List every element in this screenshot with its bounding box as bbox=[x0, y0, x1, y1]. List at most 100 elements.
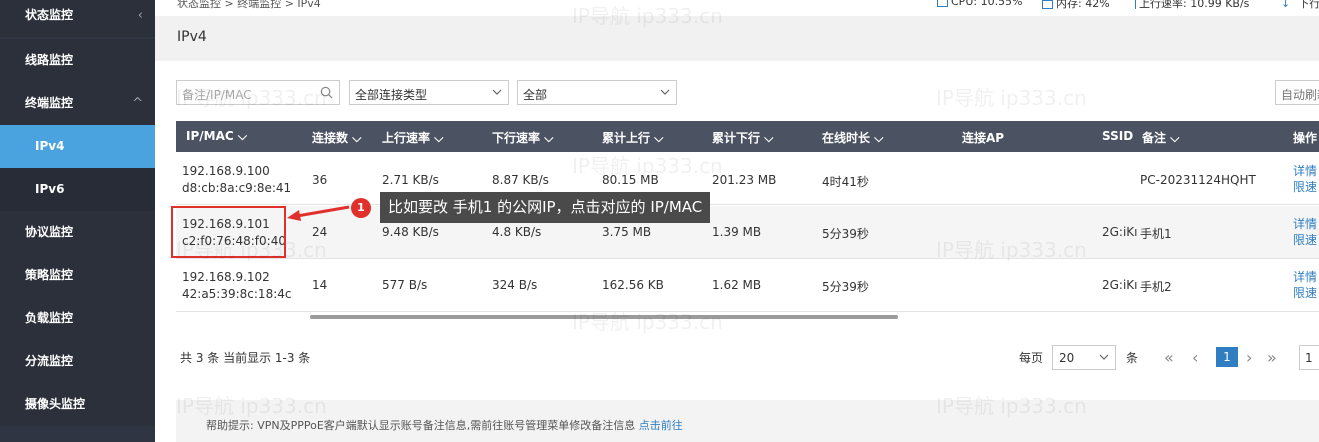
help-bar: 帮助提示: VPN及PPPoE客户端默认显示账号备注信息,需前往账号管理菜单修改… bbox=[176, 400, 1319, 442]
down-total-cell: 201.23 MB bbox=[712, 173, 777, 187]
memory-stat: 内存: 42% bbox=[1042, 0, 1110, 11]
sidebar-item-camera-monitor[interactable]: 摄像头监控 bbox=[0, 383, 155, 426]
per-page-unit: 条 bbox=[1126, 351, 1139, 365]
down-rate-cell: 8.87 KB/s bbox=[492, 173, 549, 187]
auto-refresh-label: 自动刷新 bbox=[1281, 88, 1319, 102]
limit-link[interactable]: 限速 bbox=[1293, 179, 1317, 195]
next-page-icon[interactable]: › bbox=[1246, 348, 1252, 367]
watermark: IP导航 ip333.cn bbox=[936, 86, 1087, 110]
memory-icon bbox=[1042, 0, 1053, 9]
sidebar-item-label: 负载监控 bbox=[25, 311, 74, 325]
sidebar-item-label: 协议监控 bbox=[25, 225, 74, 239]
search-icon[interactable] bbox=[320, 86, 333, 99]
sidebar-item-label: IPv6 bbox=[35, 182, 65, 196]
breadcrumb: 状态监控 > 终端监控 > IPv4 bbox=[177, 0, 321, 10]
col-ipmac[interactable]: IP/MAC ⌵ bbox=[186, 129, 247, 144]
scope-select[interactable]: 全部 bbox=[517, 80, 677, 105]
conns-cell: 24 bbox=[312, 225, 328, 239]
connection-type-value: 全部连接类型 bbox=[355, 88, 428, 102]
col-online[interactable]: 在线时长 ⌵ bbox=[822, 129, 883, 146]
help-text: 帮助提示: VPN及PPPoE客户端默认显示账号备注信息,需前往账号管理菜单修改… bbox=[206, 419, 683, 432]
sidebar-item-label: 策略监控 bbox=[25, 268, 74, 282]
sidebar-item-ipv4[interactable]: IPv4 bbox=[0, 125, 155, 168]
download-value: 下行 bbox=[1298, 0, 1319, 10]
conns-cell: 14 bbox=[312, 278, 328, 292]
limit-link[interactable]: 限速 bbox=[1293, 285, 1317, 301]
col-ops: 操作 bbox=[1293, 131, 1318, 145]
detail-link[interactable]: 详情 bbox=[1293, 269, 1317, 285]
col-up-total[interactable]: 累计上行 ⌵ bbox=[602, 129, 663, 146]
cpu-icon bbox=[937, 0, 948, 7]
chevron-down-icon bbox=[1099, 354, 1109, 360]
search-input[interactable]: 备注/IP/MAC bbox=[176, 80, 340, 105]
search-placeholder: 备注/IP/MAC bbox=[182, 88, 252, 102]
jump-page-value: 1 bbox=[1305, 351, 1313, 365]
sidebar-item-line-monitor[interactable]: 线路监控 bbox=[0, 39, 155, 82]
up-total-cell: 3.75 MB bbox=[602, 225, 652, 239]
limit-link[interactable]: 限速 bbox=[1293, 232, 1317, 248]
conns-cell: 36 bbox=[312, 173, 328, 187]
note-cell: 手机1 bbox=[1140, 227, 1172, 241]
sidebar-item-label: 终端监控 bbox=[25, 96, 74, 110]
cpu-stat: CPU: 10.55% bbox=[937, 0, 1023, 8]
per-page-label: 每页 bbox=[1019, 351, 1044, 365]
detail-link[interactable]: 详情 bbox=[1293, 163, 1317, 179]
sidebar-item-load-monitor[interactable]: 负载监控 bbox=[0, 297, 155, 340]
connection-type-select[interactable]: 全部连接类型 bbox=[349, 80, 509, 105]
table-row: 192.168.9.100 d8:cb:8a:c9:8e:41 36 2.71 K… bbox=[176, 152, 1319, 205]
note-cell: PC-20231124HQHT bbox=[1140, 173, 1256, 187]
upload-icon bbox=[1135, 0, 1136, 9]
jump-page-input[interactable]: 1 bbox=[1299, 345, 1319, 370]
down-total-cell: 1.39 MB bbox=[712, 225, 762, 239]
per-page-select[interactable]: 20 bbox=[1052, 345, 1116, 370]
record-summary: 共 3 条 当前显示 1-3 条 bbox=[180, 351, 311, 365]
horizontal-scrollbar[interactable] bbox=[310, 315, 898, 319]
down-rate-cell: 4.8 KB/s bbox=[492, 225, 542, 239]
current-page[interactable]: 1 bbox=[1216, 347, 1238, 367]
download-stat: ↓ 下行 bbox=[1281, 0, 1319, 11]
sidebar-item-status-monitor[interactable]: 状态监控 ‹ bbox=[0, 0, 155, 37]
online-cell: 5分39秒 bbox=[822, 280, 869, 294]
col-ap: 连接AP bbox=[962, 131, 1005, 145]
page-title: IPv4 bbox=[177, 29, 207, 45]
col-down-total[interactable]: 累计下行 ⌵ bbox=[712, 129, 773, 146]
col-ssid: SSID bbox=[1102, 129, 1134, 143]
col-conns[interactable]: 连接数 ⌵ bbox=[312, 129, 361, 146]
upload-stat: 上行速率: 10.99 KB/s bbox=[1135, 0, 1249, 11]
down-total-cell: 1.62 MB bbox=[712, 278, 762, 292]
upload-value: 上行速率: 10.99 KB/s bbox=[1139, 0, 1250, 10]
cpu-value: CPU: 10.55% bbox=[951, 0, 1023, 8]
annotation-tooltip: 比如要改 手机1 的公网IP，点击对应的 IP/MAC bbox=[380, 192, 711, 223]
ssid-cell: 2G:iKı bbox=[1102, 225, 1138, 239]
scope-value: 全部 bbox=[523, 88, 548, 102]
online-cell: 5分39秒 bbox=[822, 227, 869, 241]
ipmac-cell[interactable]: 192.168.9.102 42:a5:39:8c:18:4c bbox=[182, 269, 291, 303]
sidebar-item-label: 分流监控 bbox=[25, 354, 74, 368]
sidebar-item-ipv6[interactable]: IPv6 bbox=[0, 168, 155, 211]
col-note[interactable]: 备注 ⌵ bbox=[1142, 129, 1179, 146]
sidebar-item-protocol-monitor[interactable]: 协议监控 bbox=[0, 211, 155, 254]
help-link[interactable]: 点击前往 bbox=[639, 419, 683, 432]
col-down-rate[interactable]: 下行速率 ⌵ bbox=[492, 129, 553, 146]
auto-refresh-button[interactable]: 自动刷新 bbox=[1275, 80, 1319, 105]
up-rate-cell: 2.71 KB/s bbox=[382, 173, 439, 187]
up-total-cell: 80.15 MB bbox=[602, 173, 659, 187]
down-rate-cell: 324 B/s bbox=[492, 278, 538, 292]
sidebar: 状态监控 ‹ 线路监控 终端监控 ^ IPv4 IPv6 协议监控 策略监控 负… bbox=[0, 0, 155, 442]
sidebar-item-label: 摄像头监控 bbox=[25, 397, 86, 411]
page-header: IPv4 bbox=[155, 16, 1319, 61]
prev-page-icon[interactable]: ‹ bbox=[1192, 348, 1198, 367]
sidebar-item-split-monitor[interactable]: 分流监控 bbox=[0, 340, 155, 383]
highlight-box bbox=[171, 206, 286, 258]
last-page-icon[interactable]: » bbox=[1267, 348, 1277, 367]
table-row: 192.168.9.102 42:a5:39:8c:18:4c 14 577 B/… bbox=[176, 259, 1319, 312]
col-up-rate[interactable]: 上行速率 ⌵ bbox=[382, 129, 443, 146]
sidebar-item-terminal-monitor[interactable]: 终端监控 ^ bbox=[0, 82, 155, 125]
sidebar-item-policy-monitor[interactable]: 策略监控 bbox=[0, 254, 155, 297]
sidebar-item-label: 状态监控 bbox=[25, 8, 74, 22]
table-header: IP/MAC ⌵ 连接数 ⌵ 上行速率 ⌵ 下行速率 ⌵ 累计上行 ⌵ 累计下行… bbox=[176, 121, 1319, 152]
ipmac-cell[interactable]: 192.168.9.100 d8:cb:8a:c9:8e:41 bbox=[182, 163, 291, 197]
detail-link[interactable]: 详情 bbox=[1293, 216, 1317, 232]
first-page-icon[interactable]: « bbox=[1164, 348, 1174, 367]
ssid-cell: 2G:iKı bbox=[1102, 278, 1138, 292]
